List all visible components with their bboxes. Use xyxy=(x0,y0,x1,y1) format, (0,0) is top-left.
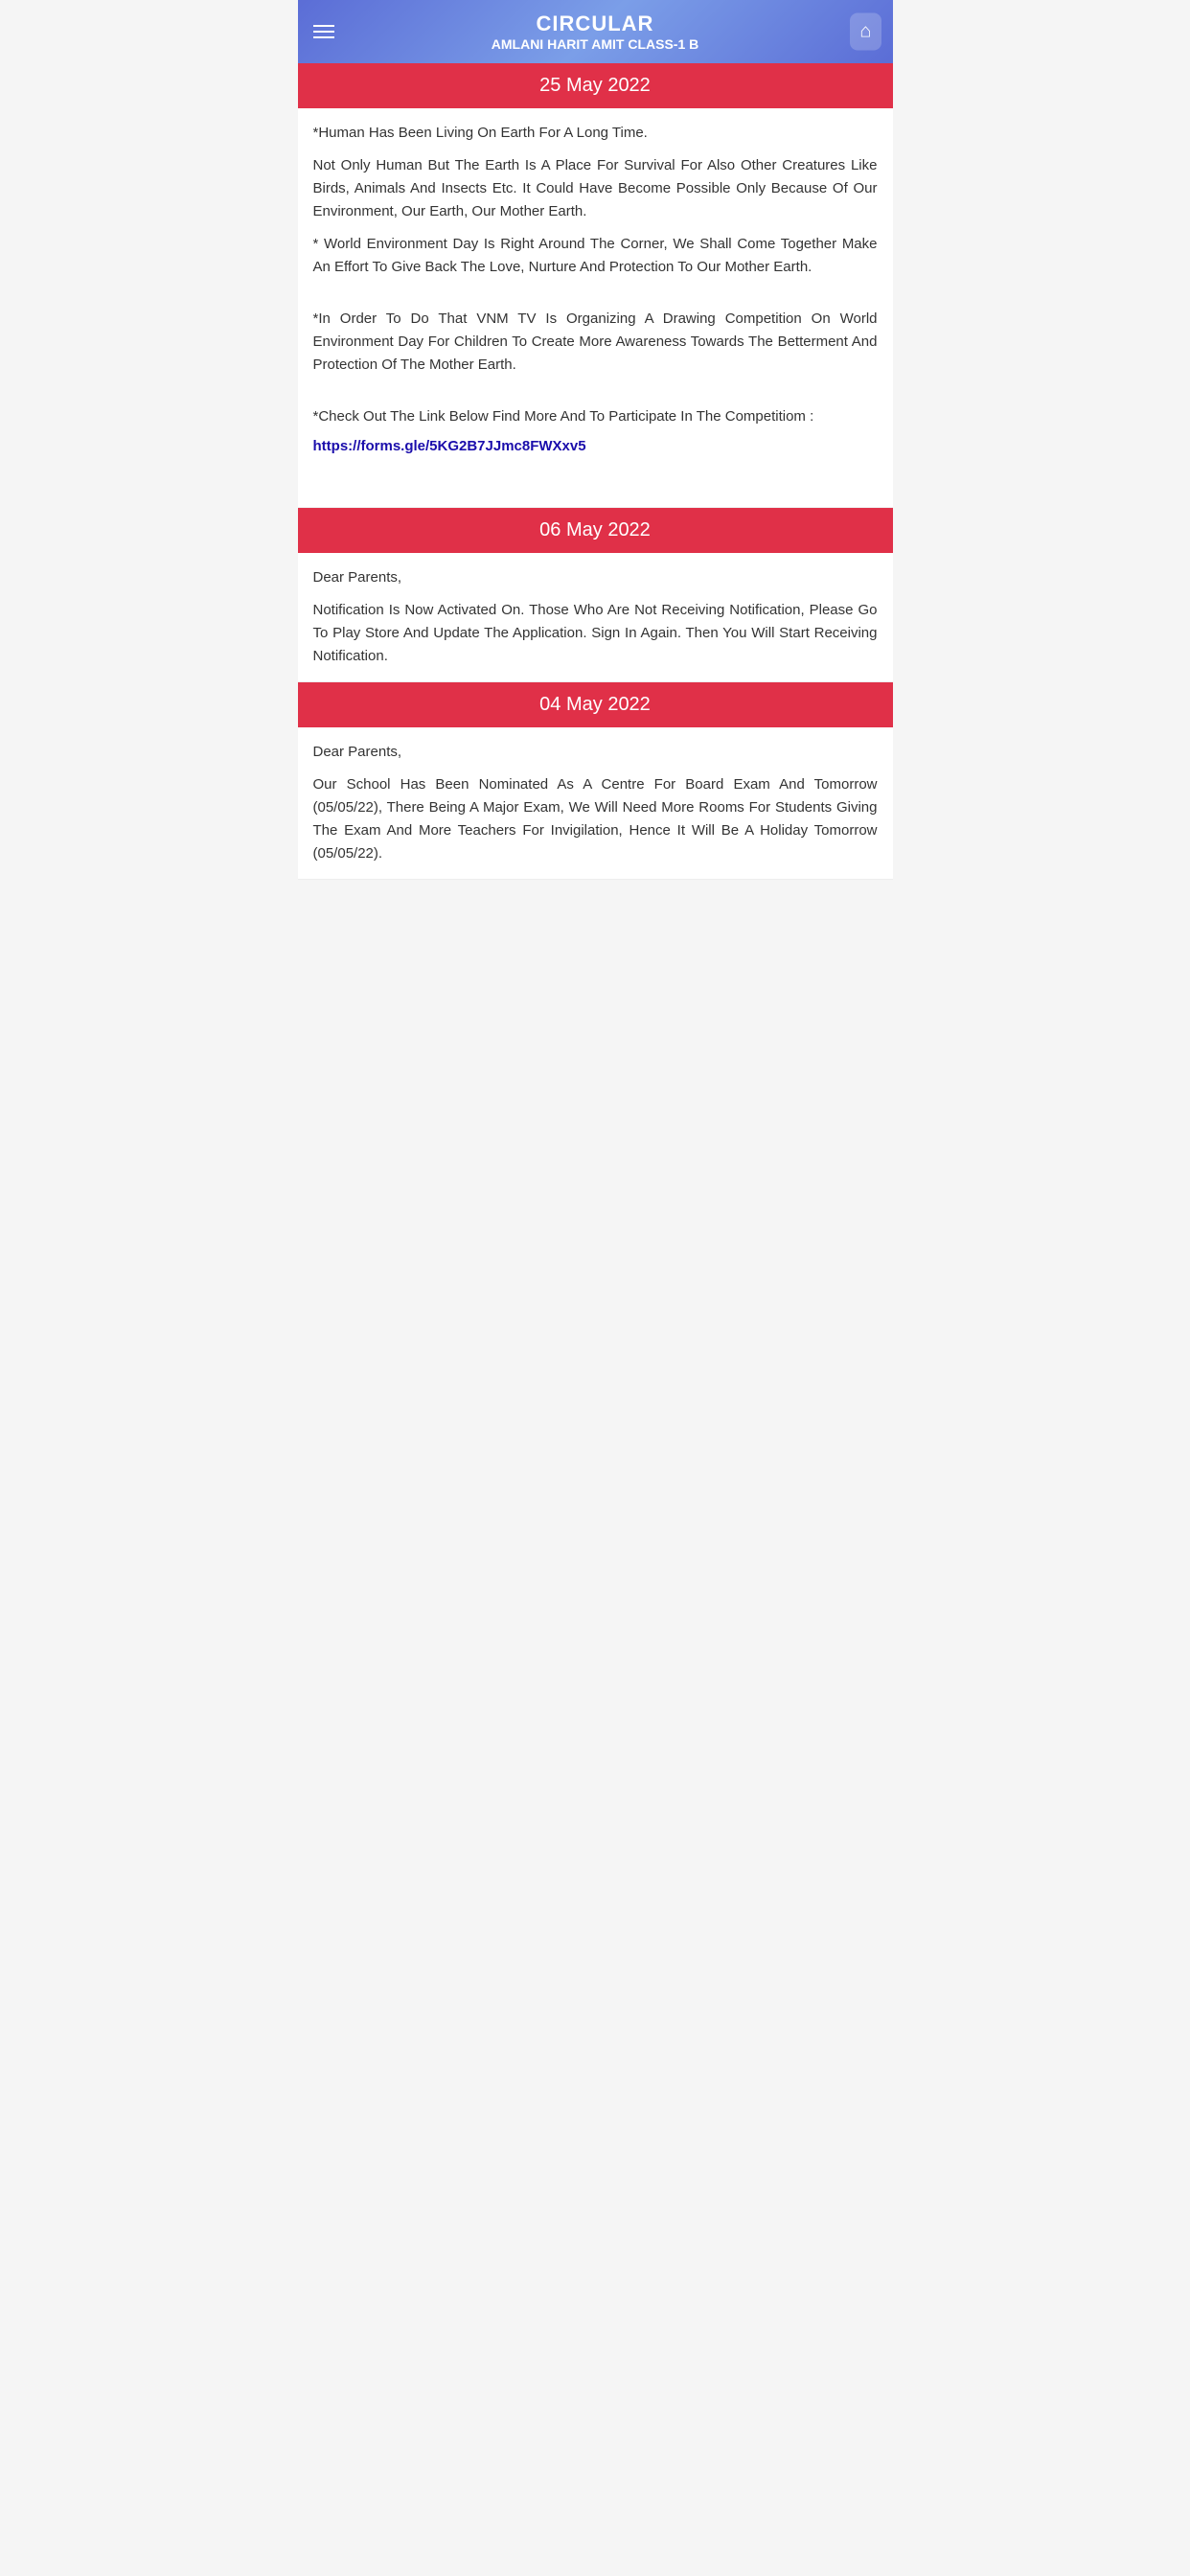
circular-content-2: Dear Parents, Notification Is Now Activa… xyxy=(298,553,893,682)
para-2-1: Notification Is Now Activated On. Those … xyxy=(313,599,878,668)
circular-content-3: Dear Parents, Our School Has Been Nomina… xyxy=(298,727,893,880)
section-1: 25 May 2022 *Human Has Been Living On Ea… xyxy=(298,63,893,508)
home-button[interactable]: ⌂ xyxy=(850,13,881,51)
header-title: CIRCULAR xyxy=(492,12,698,36)
menu-button[interactable] xyxy=(309,21,338,42)
para-1-2: * World Environment Day Is Right Around … xyxy=(313,233,878,279)
circular-link-1[interactable]: https://forms.gle/5KG2B7JJmc8FWXxv5 xyxy=(313,438,586,454)
para-1-3: *In Order To Do That VNM TV Is Organizin… xyxy=(313,308,878,377)
date-header-2: 06 May 2022 xyxy=(298,508,893,553)
date-header-1: 25 May 2022 xyxy=(298,63,893,108)
para-3-1: Our School Has Been Nominated As A Centr… xyxy=(313,773,878,865)
home-icon: ⌂ xyxy=(859,21,871,42)
section-2: 06 May 2022 Dear Parents, Notification I… xyxy=(298,508,893,682)
para-3-0: Dear Parents, xyxy=(313,741,878,764)
header-subtitle: AMLANI HARIT AMIT CLASS-1 B xyxy=(492,36,698,52)
date-header-3: 04 May 2022 xyxy=(298,682,893,727)
para-1-0: *Human Has Been Living On Earth For A Lo… xyxy=(313,122,878,145)
para-1-4: *Check Out The Link Below Find More And … xyxy=(313,405,878,428)
header: CIRCULAR AMLANI HARIT AMIT CLASS-1 B ⌂ xyxy=(298,0,893,63)
para-2-0: Dear Parents, xyxy=(313,566,878,589)
section-3: 04 May 2022 Dear Parents, Our School Has… xyxy=(298,682,893,880)
para-1-1: Not Only Human But The Earth Is A Place … xyxy=(313,154,878,223)
circular-content-1: *Human Has Been Living On Earth For A Lo… xyxy=(298,108,893,508)
